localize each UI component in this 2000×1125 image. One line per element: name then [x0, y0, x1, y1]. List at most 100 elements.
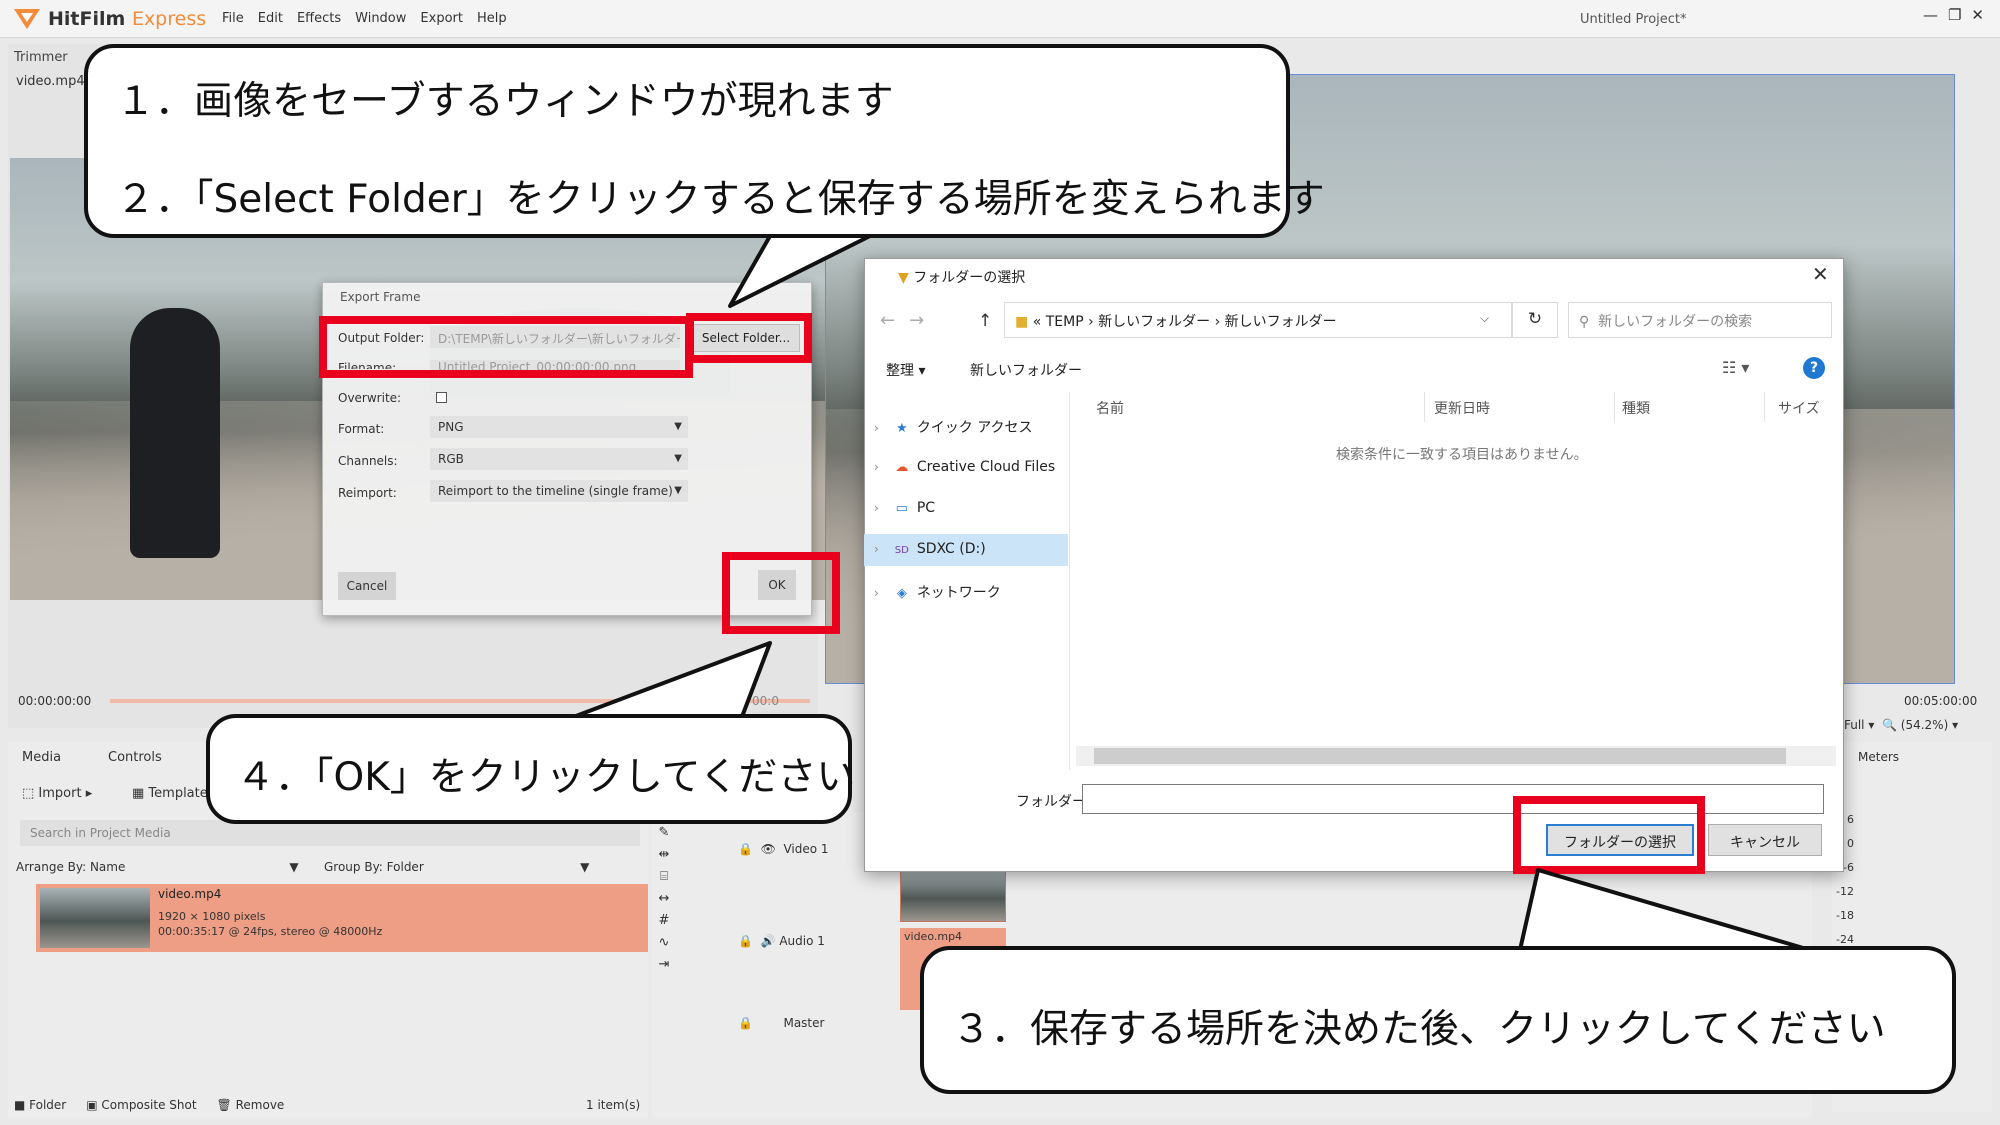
remove-label: Remove [235, 1098, 285, 1112]
up-arrow-icon[interactable]: ↑ [978, 311, 992, 331]
item-count: 1 item(s) [586, 1098, 641, 1112]
reimport-value: Reimport to the timeline (single frame) [438, 484, 673, 498]
column-name[interactable]: 名前 [1096, 398, 1124, 418]
creative-cloud-icon: ☁ [895, 460, 909, 475]
media-item-resolution: 1920 × 1080 pixels [158, 910, 266, 923]
folder-search-input[interactable]: ⚲ 新しいフォルダーの検索 [1568, 302, 1832, 338]
templates-button[interactable]: ▦ Template [132, 786, 208, 801]
back-arrow-icon[interactable]: ← [880, 310, 909, 331]
navigation-pane: › ★ クイック アクセス › ☁ Creative Cloud Files › ▭ PC … [864, 392, 1070, 770]
trimmer-scrub-bar[interactable] [110, 699, 810, 703]
viewer-zoom-control[interactable]: Full ▾ 🔍 (54.2%) ▾ [1844, 718, 1958, 732]
sd-card-icon: SD [894, 545, 909, 556]
razor-tool-icon[interactable]: ✎ [656, 822, 672, 844]
timeline-video-clip[interactable] [900, 870, 1006, 922]
tree-label: クイック アクセス [916, 420, 1033, 436]
breadcrumb-folder[interactable]: 新しいフォルダー [1098, 314, 1210, 330]
track-video-1[interactable]: 🔒 👁 Video 1 [738, 842, 829, 856]
tree-label: ネットワーク [916, 585, 1001, 601]
scrollbar-thumb[interactable] [1094, 748, 1786, 764]
organize-menu[interactable]: 整理 ▾ [886, 360, 925, 380]
menu-export[interactable]: Export [420, 11, 463, 26]
remove-button[interactable]: 🗑 Remove [217, 1098, 285, 1112]
tab-meters[interactable]: Meters [1858, 750, 1899, 764]
chevron-down-icon[interactable]: ⌵ [1480, 311, 1489, 326]
tab-controls[interactable]: Controls [108, 750, 162, 765]
column-modified[interactable]: 更新日時 [1434, 398, 1490, 418]
breadcrumb-temp[interactable]: TEMP [1046, 314, 1084, 330]
format-select[interactable]: PNG ▼ [430, 416, 688, 438]
folder-cancel-button[interactable]: キャンセル [1708, 824, 1822, 856]
folder-name-input[interactable] [1082, 784, 1824, 814]
column-divider [1764, 392, 1765, 422]
ripple-tool-icon[interactable]: ↔ [656, 888, 672, 910]
column-type[interactable]: 種類 [1622, 398, 1650, 418]
close-icon[interactable]: ✕ [1971, 6, 1984, 24]
template-icon: ▦ [132, 786, 149, 801]
group-label: Group By: Folder [324, 860, 424, 874]
zoom-label[interactable]: (54.2%) [1901, 718, 1948, 732]
menu-window[interactable]: Window [355, 11, 406, 26]
group-dropdown[interactable]: Group By: Folder ▼ [324, 860, 589, 874]
menu-file[interactable]: File [222, 11, 244, 26]
folder-dialog-title-text: フォルダーの選択 [913, 270, 1026, 286]
media-item-name: video.mp4 [158, 887, 222, 901]
format-label: Format: [338, 422, 385, 436]
arrange-dropdown[interactable]: Arrange By: Name ▼ [16, 860, 299, 874]
menu-help[interactable]: Help [477, 11, 507, 26]
export-cancel-button[interactable]: Cancel [338, 572, 396, 600]
new-folder-button[interactable]: 新しいフォルダー [970, 360, 1082, 380]
import-button[interactable]: ⬚ Import ▸ [22, 786, 92, 801]
channels-label: Channels: [338, 454, 398, 468]
forward-arrow-icon[interactable]: → [909, 310, 938, 331]
address-bar[interactable]: ■ « TEMP › 新しいフォルダー › 新しいフォルダー [1004, 302, 1512, 338]
quality-label[interactable]: Full [1844, 718, 1865, 732]
tab-media[interactable]: Media [22, 750, 61, 765]
search-icon: ⚲ [1579, 314, 1599, 330]
breadcrumb-overflow[interactable]: « [1033, 314, 1042, 330]
menu-effects[interactable]: Effects [297, 11, 341, 26]
breadcrumb-current[interactable]: 新しいフォルダー [1225, 314, 1337, 330]
computer-icon: ▭ [895, 501, 908, 516]
media-item-info: 00:00:35:17 @ 24fps, stereo @ 48000Hz [158, 925, 383, 938]
tree-item-sdxc[interactable]: › SD SDXC (D:) [864, 534, 1068, 566]
app-name-edition: Express [131, 8, 207, 30]
rate-tool-icon[interactable]: ∿ [656, 932, 672, 954]
refresh-icon[interactable]: ↻ [1512, 302, 1558, 338]
track-audio-1[interactable]: 🔒 🔊 Audio 1 [738, 934, 825, 948]
folder-icon: ■ [1015, 314, 1029, 330]
minimize-icon[interactable]: — [1923, 6, 1938, 24]
menu-edit[interactable]: Edit [258, 11, 283, 26]
tree-item-quick-access[interactable]: › ★ クイック アクセス [864, 410, 1068, 442]
view-options-icon[interactable]: ☷ ▾ [1722, 358, 1749, 377]
dropdown-arrow-icon: ▼ [674, 421, 682, 432]
tab-trimmer[interactable]: Trimmer [14, 50, 68, 65]
new-folder-button[interactable]: ■ Folder [14, 1098, 66, 1112]
callout-step-2: ２．「Select Folder」をクリックすると保存する場所を変えられます [116, 177, 1325, 222]
track-master[interactable]: 🔒 Master [738, 1016, 824, 1030]
slip-tool-icon[interactable]: ⇹ [656, 844, 672, 866]
column-size[interactable]: サイズ [1778, 398, 1820, 418]
overwrite-checkbox[interactable] [436, 392, 447, 403]
channels-select[interactable]: RGB ▼ [430, 448, 688, 470]
star-icon: ★ [895, 421, 908, 436]
track-select-tool-icon[interactable]: ⇥ [656, 954, 672, 976]
arrange-label: Arrange By: Name [16, 860, 126, 874]
restore-icon[interactable]: ❐ [1948, 6, 1961, 24]
help-icon[interactable]: ? [1803, 357, 1825, 379]
breadcrumb-separator: › [1088, 314, 1094, 330]
trimmer-file-name: video.mp4 [16, 74, 85, 89]
composite-shot-button[interactable]: ▣ Composite Shot [86, 1098, 196, 1112]
track-master-label: Master [783, 1016, 825, 1030]
media-thumbnail [40, 888, 150, 948]
tree-item-pc[interactable]: › ▭ PC [864, 493, 1068, 525]
tree-item-network[interactable]: › ◈ ネットワーク [864, 575, 1068, 607]
slide-tool-icon[interactable]: ⌸ [656, 866, 672, 888]
close-icon[interactable]: ✕ [1812, 262, 1829, 286]
tree-item-creative-cloud[interactable]: › ☁ Creative Cloud Files [864, 452, 1068, 484]
viewer-timecode: 00:0 [752, 694, 779, 708]
callout-step-4: ４．「OK」をクリックしてください [236, 755, 856, 800]
import-icon: ⬚ [22, 786, 39, 801]
reimport-select[interactable]: Reimport to the timeline (single frame) ▼ [430, 480, 688, 502]
roll-tool-icon[interactable]: # [656, 910, 672, 932]
